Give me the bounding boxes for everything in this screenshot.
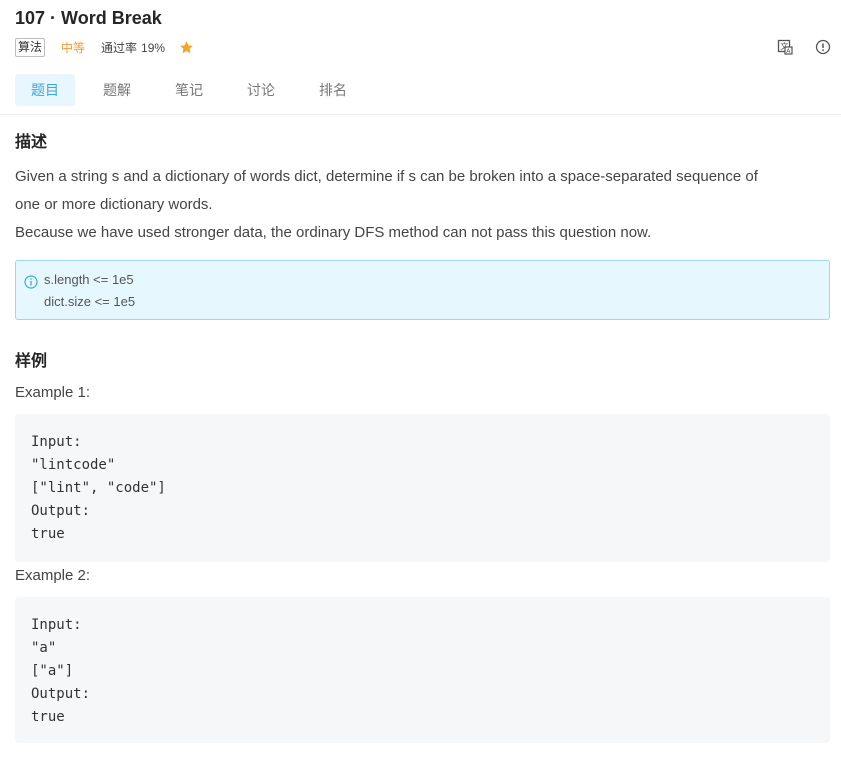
constraint-line: s.length <= 1e5 (44, 272, 134, 287)
description-text: Given a string s and a dictionary of wor… (15, 163, 830, 247)
code-line: ["lint", "code"] (31, 480, 166, 496)
pass-rate-value: 19% (141, 40, 166, 55)
category-tag[interactable]: 算法 (15, 38, 46, 57)
problem-header: 107 · Word Break 算法 中等 通过率 19% 文 A 题目 题解… (0, 0, 841, 106)
code-line: Output: (31, 686, 91, 702)
code-line: "lintcode" (31, 457, 116, 473)
code-line: Input: (31, 617, 82, 633)
example-label: Example 1: (15, 384, 91, 401)
tab-problem[interactable]: 题目 (15, 74, 75, 106)
tab-ranking[interactable]: 排名 (303, 74, 363, 106)
description-heading: 描述 (15, 134, 48, 151)
translate-icon[interactable]: 文 A (777, 39, 793, 55)
constraint-line: dict.size <= 1e5 (44, 294, 136, 309)
example-label: Example 2: (15, 567, 91, 584)
samples-heading: 样例 (15, 353, 48, 370)
problem-content: 描述 Given a string s and a dictionary of … (15, 128, 830, 743)
tab-solutions[interactable]: 题解 (87, 74, 147, 106)
info-icon (24, 274, 38, 289)
code-line: true (31, 709, 65, 725)
constraints-note: s.length <= 1e5 dict.size <= 1e5 (15, 260, 830, 320)
pass-rate-label: 通过率 (101, 41, 138, 55)
code-line: "a" (31, 640, 57, 656)
tab-discussion[interactable]: 讨论 (231, 74, 291, 106)
description-line: one or more dictionary words. (15, 196, 213, 213)
description-line: Because we have used stronger data, the … (15, 224, 652, 241)
problem-title: 107 · Word Break (15, 8, 162, 28)
description-line: Given a string s and a dictionary of wor… (15, 168, 758, 185)
header-actions: 文 A (777, 39, 831, 55)
problem-meta: 算法 中等 通过率 19% (15, 38, 194, 57)
example-code-block: Input: "lintcode" ["lint", "code"] Outpu… (15, 414, 830, 562)
tab-notes[interactable]: 笔记 (159, 74, 219, 106)
code-line: Output: (31, 503, 91, 519)
star-icon[interactable] (179, 40, 194, 55)
tab-divider (0, 114, 841, 115)
tab-bar: 题目 题解 笔记 讨论 排名 (15, 74, 375, 106)
difficulty-label: 中等 (61, 41, 86, 55)
alert-circle-icon[interactable] (815, 39, 831, 55)
code-line: ["a"] (31, 663, 74, 679)
example-code-block: Input: "a" ["a"] Output: true (15, 597, 830, 743)
code-line: Input: (31, 434, 82, 450)
code-line: true (31, 526, 65, 542)
